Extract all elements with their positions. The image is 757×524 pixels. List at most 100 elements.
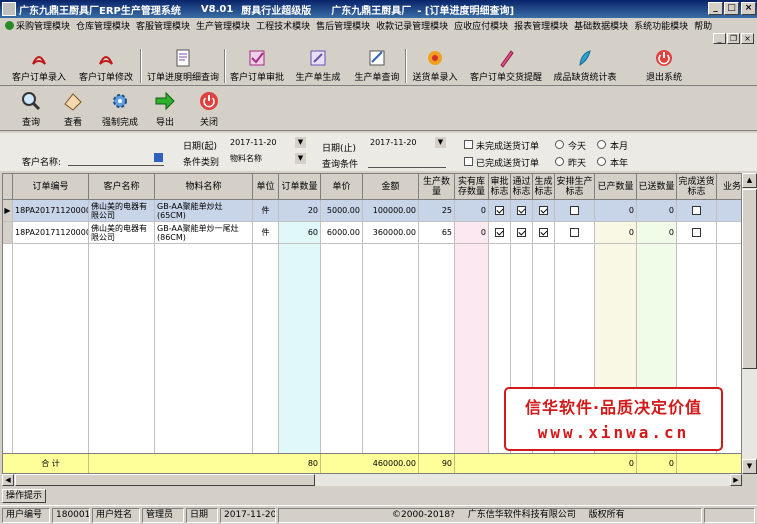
scroll-right-icon[interactable]: ▶ bbox=[730, 474, 742, 486]
this-month-radio[interactable] bbox=[597, 140, 606, 149]
cell-material[interactable]: GB-AA聚能单炒灶(65CM) bbox=[155, 200, 253, 222]
scroll-up-icon[interactable]: ▲ bbox=[742, 173, 757, 188]
pass-checkbox[interactable] bbox=[517, 228, 526, 237]
menu-ar-ap[interactable]: 应收应付模块 bbox=[451, 19, 511, 32]
menu-purchase[interactable]: 采购管理模块 bbox=[2, 19, 73, 32]
vertical-scrollbar[interactable]: ▲ ▼ bbox=[742, 173, 757, 474]
cell-unit[interactable]: 件 bbox=[253, 222, 279, 244]
col-header-material[interactable]: 物料名称 bbox=[155, 174, 253, 200]
approve-checkbox[interactable] bbox=[495, 228, 504, 237]
cell-customer[interactable]: 佛山美的电器有限公司 bbox=[89, 222, 155, 244]
order-progress-query-button[interactable]: 订单进度明细查询 bbox=[146, 48, 220, 85]
menu-warehouse[interactable]: 仓库管理模块 bbox=[73, 19, 133, 32]
mdi-minimize-button[interactable]: _ bbox=[713, 33, 726, 44]
col-header-generate[interactable]: 生成标志 bbox=[533, 174, 555, 200]
cell-unit[interactable]: 件 bbox=[253, 200, 279, 222]
order-approve-button[interactable]: 客户订单审批 bbox=[228, 48, 286, 85]
col-header-price[interactable]: 单价 bbox=[321, 174, 363, 200]
cell-qty[interactable]: 20 bbox=[279, 200, 321, 222]
col-header-prod-qty[interactable]: 生产数量 bbox=[419, 174, 455, 200]
col-header-qty[interactable]: 订单数量 bbox=[279, 174, 321, 200]
cell-customer[interactable]: 佛山美的电器有限公司 bbox=[89, 200, 155, 222]
cell-arrange[interactable] bbox=[555, 200, 595, 222]
done-checkbox[interactable] bbox=[692, 228, 701, 237]
cell-done[interactable] bbox=[677, 222, 717, 244]
maximize-button[interactable]: □ bbox=[724, 2, 739, 15]
cell-stock[interactable]: 0 bbox=[455, 222, 489, 244]
pass-checkbox[interactable] bbox=[517, 206, 526, 215]
cell-arrange[interactable] bbox=[555, 222, 595, 244]
cell-done[interactable] bbox=[677, 200, 717, 222]
menu-system[interactable]: 系统功能模块 bbox=[631, 19, 691, 32]
chevron-down-icon[interactable]: ▼ bbox=[295, 153, 306, 164]
order-entry-button[interactable]: 客户订单录入 bbox=[10, 48, 68, 85]
cell-generate[interactable] bbox=[533, 222, 555, 244]
menu-reports[interactable]: 报表管理模块 bbox=[511, 19, 571, 32]
this-year-radio[interactable] bbox=[597, 157, 606, 166]
cell-approve[interactable] bbox=[489, 200, 511, 222]
cell-salesman[interactable] bbox=[717, 200, 741, 222]
menu-help[interactable]: 帮助 bbox=[691, 19, 715, 32]
yesterday-radio[interactable] bbox=[555, 157, 564, 166]
export-button[interactable]: 导出 bbox=[148, 90, 182, 128]
cell-produced[interactable]: 0 bbox=[595, 222, 637, 244]
generate-checkbox[interactable] bbox=[539, 228, 548, 237]
order-modify-button[interactable]: 客户订单修改 bbox=[76, 48, 136, 85]
scroll-thumb[interactable] bbox=[742, 189, 757, 369]
lookup-icon[interactable] bbox=[154, 153, 163, 162]
query-button[interactable]: 查询 bbox=[14, 90, 48, 128]
col-header-produced[interactable]: 已产数量 bbox=[595, 174, 637, 200]
col-header-pass[interactable]: 通过标志 bbox=[511, 174, 533, 200]
today-radio[interactable] bbox=[555, 140, 564, 149]
cell-pass[interactable] bbox=[511, 200, 533, 222]
row-selector-icon[interactable]: ▶ bbox=[3, 200, 13, 222]
date-start-picker[interactable]: 2017-11-20 ▼ bbox=[228, 137, 306, 150]
col-header-arrange[interactable]: 安排生产标志 bbox=[555, 174, 595, 200]
col-header-customer[interactable]: 客户名称 bbox=[89, 174, 155, 200]
view-button[interactable]: 查看 bbox=[56, 90, 90, 128]
arrange-checkbox[interactable] bbox=[570, 228, 579, 237]
cell-delivered[interactable]: 0 bbox=[637, 222, 677, 244]
col-header-approve[interactable]: 审批标志 bbox=[489, 174, 511, 200]
table-row[interactable]: 18PA201711200001 佛山美的电器有限公司 GB-AA聚能单炒一尾灶… bbox=[3, 222, 741, 244]
menu-after-sales[interactable]: 售后管理模块 bbox=[313, 19, 373, 32]
scroll-down-icon[interactable]: ▼ bbox=[742, 459, 757, 474]
close-button[interactable]: 关闭 bbox=[192, 90, 226, 128]
minimize-button[interactable]: _ bbox=[708, 2, 723, 15]
cell-pass[interactable] bbox=[511, 222, 533, 244]
cell-prod-qty[interactable]: 65 bbox=[419, 222, 455, 244]
horizontal-scrollbar[interactable]: ◀ ▶ bbox=[2, 474, 742, 486]
row-selector[interactable] bbox=[3, 222, 13, 244]
condition-input[interactable] bbox=[368, 155, 446, 168]
mdi-close-button[interactable]: × bbox=[741, 33, 754, 44]
cell-prod-qty[interactable]: 25 bbox=[419, 200, 455, 222]
menu-base-data[interactable]: 基础数据模块 bbox=[571, 19, 631, 32]
delivery-note-entry-button[interactable]: 送货单录入 bbox=[410, 48, 460, 85]
unfinished-checkbox[interactable] bbox=[464, 140, 473, 149]
production-order-query-button[interactable]: 生产单查询 bbox=[352, 48, 402, 85]
menu-customer-service[interactable]: 客服管理模块 bbox=[133, 19, 193, 32]
condition-type-select[interactable]: 物料名称 ▼ bbox=[228, 153, 306, 166]
cell-amount[interactable]: 100000.00 bbox=[363, 200, 419, 222]
force-complete-button[interactable]: 强制完成 bbox=[100, 90, 140, 128]
approve-checkbox[interactable] bbox=[495, 206, 504, 215]
cell-price[interactable]: 5000.00 bbox=[321, 200, 363, 222]
mdi-restore-button[interactable]: ❐ bbox=[727, 33, 740, 44]
cell-qty[interactable]: 60 bbox=[279, 222, 321, 244]
col-header-stock[interactable]: 实有库存数量 bbox=[455, 174, 489, 200]
production-order-generate-button[interactable]: 生产单生成 bbox=[294, 48, 342, 85]
cell-stock[interactable]: 0 bbox=[455, 200, 489, 222]
col-header-salesman[interactable]: 业务员 bbox=[717, 174, 741, 200]
exit-system-button[interactable]: 退出系统 bbox=[644, 48, 684, 85]
cell-order-no[interactable]: 18PA201711200001 bbox=[13, 222, 89, 244]
cell-price[interactable]: 6000.00 bbox=[321, 222, 363, 244]
cell-order-no[interactable]: 18PA201711200001 bbox=[13, 200, 89, 222]
cell-approve[interactable] bbox=[489, 222, 511, 244]
operation-tip-tab[interactable]: 操作提示 bbox=[2, 489, 46, 503]
cell-delivered[interactable]: 0 bbox=[637, 200, 677, 222]
cell-salesman[interactable] bbox=[717, 222, 741, 244]
col-header-unit[interactable]: 单位 bbox=[253, 174, 279, 200]
cell-generate[interactable] bbox=[533, 200, 555, 222]
cell-produced[interactable]: 0 bbox=[595, 200, 637, 222]
col-header-delivered[interactable]: 已送数量 bbox=[637, 174, 677, 200]
